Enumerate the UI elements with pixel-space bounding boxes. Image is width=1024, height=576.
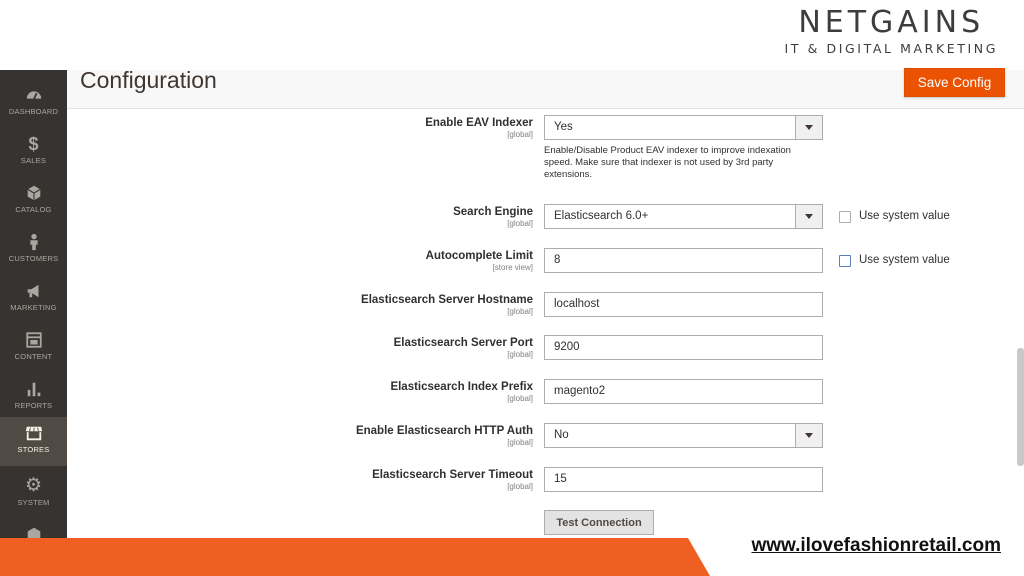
sidebar-item-label: STORES [17, 445, 50, 454]
person-icon [0, 232, 67, 252]
use-system-value-checkbox[interactable] [839, 255, 851, 267]
chevron-down-icon[interactable] [795, 424, 822, 447]
sidebar-item-dashboard[interactable]: DASHBOARD [0, 79, 67, 128]
field-label: Elasticsearch Server Port [global] [394, 336, 533, 360]
eav-indexer-select[interactable]: Yes [544, 115, 823, 140]
brand-logo: NETGAINS IT & DIGITAL MARKETING [784, 5, 998, 57]
chevron-down-icon[interactable] [795, 205, 822, 228]
main-content: Configuration Save Config Enable EAV Ind… [67, 67, 1024, 540]
sidebar-item-reports[interactable]: REPORTS [0, 373, 67, 422]
bar-chart-icon [0, 379, 67, 399]
save-config-button[interactable]: Save Config [904, 68, 1005, 97]
http-auth-select[interactable]: No [544, 423, 823, 448]
sidebar-item-label: CONTENT [14, 352, 53, 361]
page-header: Configuration Save Config [67, 67, 1024, 109]
field-scope: [global] [507, 394, 533, 403]
sidebar-item-label: CUSTOMERS [8, 254, 59, 263]
autocomplete-limit-input[interactable]: 8 [544, 248, 823, 273]
field-label-text: Elasticsearch Server Hostname [361, 294, 533, 306]
sidebar-item-content[interactable]: CONTENT [0, 324, 67, 373]
field-label-text: Enable Elasticsearch HTTP Auth [355, 425, 533, 437]
footer-banner [0, 538, 710, 576]
field-label: Search Engine [global] [453, 205, 533, 229]
field-label-text: Elasticsearch Server Port [393, 337, 533, 349]
box-icon [0, 525, 67, 540]
chevron-down-icon[interactable] [795, 116, 822, 139]
field-scope: [store view] [492, 263, 533, 272]
field-label-text: Elasticsearch Server Timeout [372, 469, 533, 481]
use-system-value-label: Use system value [859, 254, 950, 266]
sidebar-item-extensions[interactable] [0, 519, 67, 540]
sidebar-item-marketing[interactable]: MARKETING [0, 275, 67, 324]
use-system-value-checkbox[interactable] [839, 211, 851, 223]
search-engine-select[interactable]: Elasticsearch 6.0+ [544, 204, 823, 229]
field-label-text: Elasticsearch Index Prefix [390, 381, 533, 393]
admin-sidebar: DASHBOARD $ SALES CATALOG CUSTOMERS MARK… [0, 70, 67, 540]
sidebar-item-label: MARKETING [10, 303, 57, 312]
storefront-icon [0, 423, 67, 443]
test-connection-button[interactable]: Test Connection [544, 510, 654, 535]
field-scope: [global] [507, 130, 533, 139]
sidebar-item-sales[interactable]: $ SALES [0, 128, 67, 177]
field-scope: [global] [507, 350, 533, 359]
field-label: Elasticsearch Index Prefix [global] [390, 380, 533, 404]
field-label: Enable Elasticsearch HTTP Auth [global] [356, 424, 533, 448]
field-label: Enable EAV Indexer [global] [425, 116, 533, 140]
select-value: No [554, 429, 569, 441]
dollar-icon: $ [28, 134, 39, 154]
brand-name: NETGAINS [798, 5, 985, 40]
select-value: Yes [554, 121, 573, 133]
index-prefix-input[interactable]: magento2 [544, 379, 823, 404]
page-title: Configuration [80, 67, 217, 93]
hostname-input[interactable]: localhost [544, 292, 823, 317]
megaphone-icon [0, 281, 67, 301]
field-label-text: Search Engine [453, 206, 533, 218]
sidebar-item-label: REPORTS [14, 401, 53, 410]
brand-tagline: IT & DIGITAL MARKETING [784, 41, 998, 56]
sidebar-item-label: DASHBOARD [8, 107, 59, 116]
footer-url[interactable]: www.ilovefashionretail.com [751, 535, 1001, 557]
field-label-text: Autocomplete Limit [425, 250, 533, 262]
sidebar-item-catalog[interactable]: CATALOG [0, 177, 67, 226]
sidebar-item-label: CATALOG [15, 205, 52, 214]
cube-icon [0, 183, 67, 203]
sidebar-item-label: SALES [20, 156, 47, 165]
select-value: Elasticsearch 6.0+ [554, 210, 649, 222]
field-scope: [global] [507, 438, 533, 447]
scrollbar[interactable] [1017, 348, 1024, 466]
sidebar-item-system[interactable]: ⚙ SYSTEM [0, 470, 67, 519]
port-input[interactable]: 9200 [544, 335, 823, 360]
sidebar-item-label: SYSTEM [17, 498, 50, 507]
use-system-value-label: Use system value [859, 210, 950, 222]
page: NETGAINS IT & DIGITAL MARKETING DASHBOAR… [0, 0, 1024, 576]
field-scope: [global] [507, 219, 533, 228]
field-label-text: Enable EAV Indexer [425, 117, 533, 129]
field-label: Autocomplete Limit [store view] [426, 249, 533, 273]
sidebar-item-customers[interactable]: CUSTOMERS [0, 226, 67, 275]
field-label: Elasticsearch Server Timeout [global] [372, 468, 533, 492]
field-scope: [global] [507, 307, 533, 316]
sidebar-item-stores[interactable]: STORES [0, 417, 67, 466]
field-scope: [global] [507, 482, 533, 491]
gear-icon: ⚙ [24, 475, 43, 496]
layout-icon [0, 330, 67, 350]
field-label: Elasticsearch Server Hostname [global] [361, 293, 533, 317]
dashboard-icon [0, 85, 67, 105]
timeout-input[interactable]: 15 [544, 467, 823, 492]
field-hint: Enable/Disable Product EAV indexer to im… [544, 145, 791, 180]
